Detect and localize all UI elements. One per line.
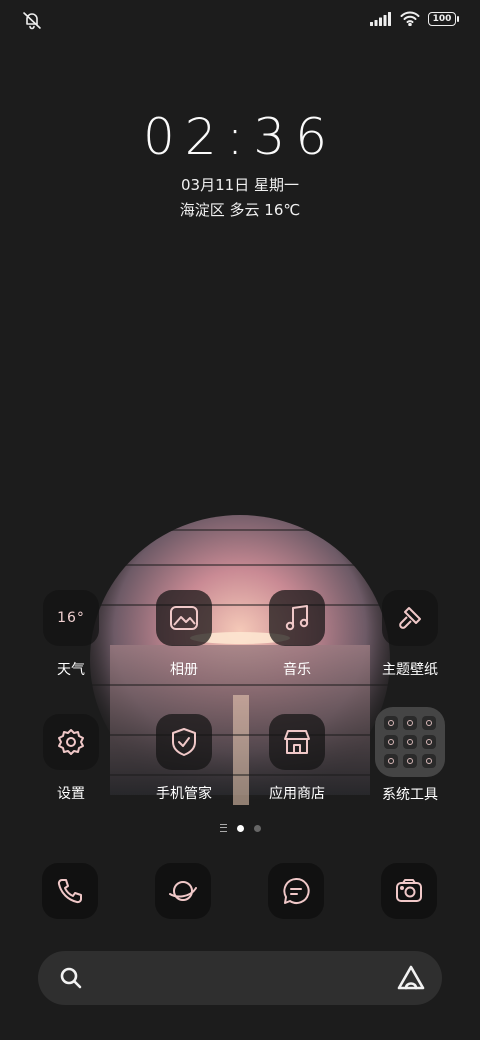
gallery-icon (170, 606, 198, 630)
paintbrush-icon (399, 607, 421, 629)
app-drawer-lines-icon[interactable] (219, 824, 227, 832)
shield-check-icon (172, 728, 196, 756)
app-label: 设置 (57, 786, 85, 802)
store-icon (284, 730, 310, 754)
page-dot-active[interactable] (236, 824, 244, 832)
search-bar[interactable] (38, 951, 442, 1005)
assistant-icon[interactable] (396, 964, 426, 992)
wifi-icon (400, 11, 420, 26)
weather-icon: 16° (43, 590, 99, 646)
dock-camera[interactable] (381, 863, 437, 919)
app-folder-system-tools[interactable]: 系统工具 (360, 707, 460, 804)
phone-icon (57, 879, 82, 904)
dock-phone[interactable] (42, 863, 98, 919)
app-label: 天气 (57, 662, 85, 678)
page-indicator[interactable] (0, 824, 480, 832)
status-bar: 100 (0, 0, 480, 40)
dock-messages[interactable] (268, 863, 324, 919)
clock-weather: 海淀区 多云 16℃ (179, 201, 301, 219)
clock-date: 03月11日 星期一 (181, 176, 299, 194)
camera-icon (396, 879, 422, 902)
gear-icon (58, 729, 84, 755)
app-label: 音乐 (283, 662, 311, 678)
bell-off-icon (22, 10, 42, 34)
app-label: 主题壁纸 (382, 662, 438, 678)
clock-time: 02:36 (142, 108, 338, 166)
battery-indicator: 100 (428, 11, 459, 26)
app-phone-manager[interactable]: 手机管家 (134, 714, 234, 803)
dock-browser[interactable] (155, 863, 211, 919)
browser-planet-icon (169, 881, 197, 901)
app-music[interactable]: 音乐 (247, 590, 347, 679)
app-store[interactable]: 应用商店 (247, 714, 347, 803)
app-settings[interactable]: 设置 (21, 714, 121, 803)
music-note-icon (285, 605, 309, 631)
folder-icon (375, 707, 445, 777)
messages-icon (283, 877, 310, 904)
cellular-signal-icon (370, 11, 391, 26)
app-themes[interactable]: 主题壁纸 (360, 590, 460, 679)
app-label: 应用商店 (269, 786, 325, 802)
clock-widget[interactable]: 02:36 03月11日 星期一 海淀区 多云 16℃ (0, 108, 480, 220)
app-label: 相册 (170, 662, 198, 678)
app-label: 系统工具 (382, 787, 438, 803)
app-gallery[interactable]: 相册 (134, 590, 234, 679)
search-icon[interactable] (58, 965, 84, 991)
app-weather[interactable]: 16° 天气 (21, 590, 121, 679)
app-label: 手机管家 (156, 786, 212, 802)
page-dot[interactable] (253, 824, 261, 832)
